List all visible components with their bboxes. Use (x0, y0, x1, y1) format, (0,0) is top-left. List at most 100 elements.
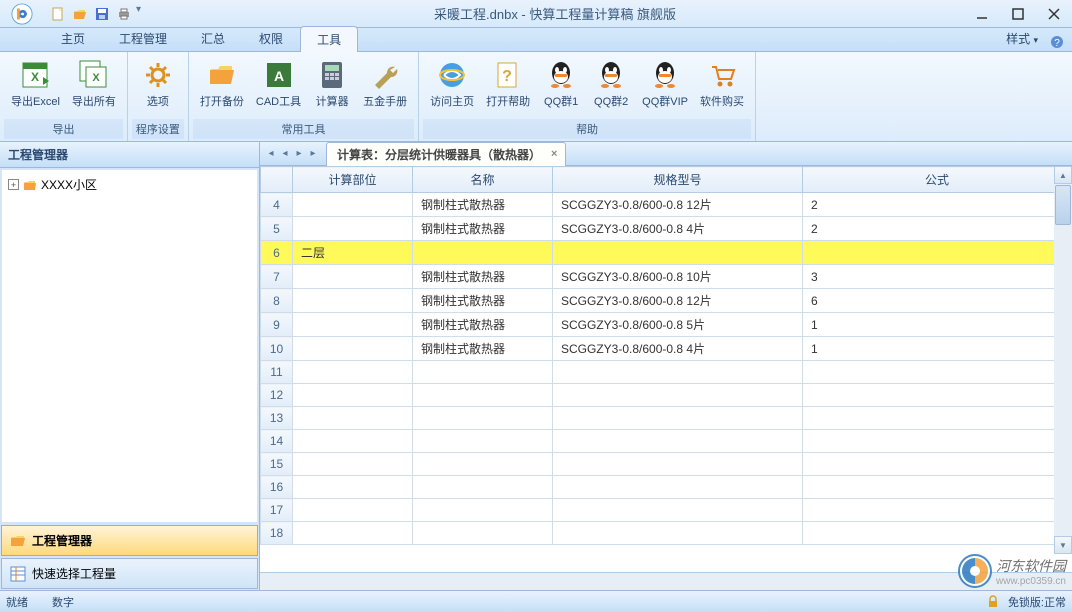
cell[interactable] (553, 241, 803, 265)
cell[interactable] (413, 476, 553, 499)
vertical-scrollbar[interactable]: ▲ ▼ (1054, 166, 1072, 554)
tab-tools[interactable]: 工具 (300, 26, 358, 52)
maximize-button[interactable] (1000, 3, 1036, 25)
cell[interactable] (413, 384, 553, 407)
table-row[interactable]: 7钢制柱式散热器SCGGZY3-0.8/600-0.8 10片3 (261, 265, 1072, 289)
cell[interactable]: SCGGZY3-0.8/600-0.8 12片 (553, 193, 803, 217)
row-number[interactable]: 17 (261, 499, 293, 522)
tab-nav-next-icon[interactable]: ▸ (292, 147, 306, 161)
cell[interactable]: 1 (803, 313, 1072, 337)
tab-home[interactable]: 主页 (44, 25, 102, 51)
close-button[interactable] (1036, 3, 1072, 25)
scroll-down-icon[interactable]: ▼ (1054, 536, 1072, 554)
data-grid[interactable]: 计算部位 名称 规格型号 公式 4钢制柱式散热器SCGGZY3-0.8/600-… (260, 166, 1072, 572)
minimize-button[interactable] (964, 3, 1000, 25)
cell[interactable] (413, 241, 553, 265)
cell[interactable]: 钢制柱式散热器 (413, 217, 553, 241)
row-number[interactable]: 5 (261, 217, 293, 241)
cell[interactable] (803, 384, 1072, 407)
tree-expand-icon[interactable]: + (8, 179, 19, 190)
row-number[interactable]: 6 (261, 241, 293, 265)
row-number[interactable]: 12 (261, 384, 293, 407)
cell[interactable]: 2 (803, 217, 1072, 241)
cell[interactable] (553, 522, 803, 545)
table-row[interactable]: 9钢制柱式散热器SCGGZY3-0.8/600-0.8 5片1 (261, 313, 1072, 337)
cell[interactable] (803, 430, 1072, 453)
row-number[interactable]: 16 (261, 476, 293, 499)
table-row[interactable]: 4 钢制柱式散热器SCGGZY3-0.8/600-0.8 12片2 (261, 193, 1072, 217)
table-row[interactable]: 5 钢制柱式散热器SCGGZY3-0.8/600-0.8 4片2 (261, 217, 1072, 241)
export-excel-button[interactable]: X 导出Excel (6, 56, 65, 112)
cell[interactable]: SCGGZY3-0.8/600-0.8 10片 (553, 265, 803, 289)
cell[interactable] (553, 453, 803, 476)
qq-group2-button[interactable]: QQ群2 (587, 56, 635, 112)
cell[interactable] (553, 384, 803, 407)
cell[interactable]: 钢制柱式散热器 (413, 193, 553, 217)
tab-permission[interactable]: 权限 (242, 25, 300, 51)
cell[interactable] (293, 384, 413, 407)
cell[interactable] (413, 430, 553, 453)
cell[interactable] (293, 407, 413, 430)
col-header-3[interactable]: 公式 (803, 167, 1072, 193)
table-row[interactable]: 17 (261, 499, 1072, 522)
open-backup-button[interactable]: 打开备份 (195, 56, 249, 112)
scroll-up-icon[interactable]: ▲ (1054, 166, 1072, 184)
tab-project[interactable]: 工程管理 (102, 25, 184, 51)
row-number[interactable]: 9 (261, 313, 293, 337)
cell[interactable] (293, 476, 413, 499)
cell[interactable] (413, 499, 553, 522)
cell[interactable] (803, 361, 1072, 384)
table-row[interactable]: 13 (261, 407, 1072, 430)
cell[interactable]: 钢制柱式散热器 (413, 313, 553, 337)
buy-software-button[interactable]: 软件购买 (695, 56, 749, 112)
cell[interactable] (293, 453, 413, 476)
row-number[interactable]: 13 (261, 407, 293, 430)
document-tab[interactable]: 计算表：分层统计供暖器具（散热器） × (326, 142, 566, 166)
cad-tool-button[interactable]: A CAD工具 (251, 56, 306, 112)
row-number[interactable]: 8 (261, 289, 293, 313)
project-tree[interactable]: + XXXX小区 (2, 170, 257, 522)
tab-nav-prev-icon[interactable]: ◂ (278, 147, 292, 161)
help-icon[interactable]: ? (1048, 33, 1066, 51)
tree-root-item[interactable]: + XXXX小区 (6, 174, 253, 195)
table-row[interactable]: 14 (261, 430, 1072, 453)
cell[interactable]: 6 (803, 289, 1072, 313)
cell[interactable] (803, 407, 1072, 430)
cell[interactable] (553, 499, 803, 522)
row-number[interactable]: 4 (261, 193, 293, 217)
row-number[interactable]: 15 (261, 453, 293, 476)
qat-dropdown-icon[interactable]: ▾ (136, 4, 146, 24)
cell[interactable]: SCGGZY3-0.8/600-0.8 4片 (553, 217, 803, 241)
cell[interactable] (293, 265, 413, 289)
row-number[interactable]: 10 (261, 337, 293, 361)
cell[interactable] (293, 337, 413, 361)
tab-close-icon[interactable]: × (551, 148, 557, 160)
cell[interactable]: SCGGZY3-0.8/600-0.8 12片 (553, 289, 803, 313)
cell[interactable] (553, 361, 803, 384)
cell[interactable] (293, 313, 413, 337)
cell[interactable]: 二层 (293, 241, 413, 265)
cell[interactable] (803, 476, 1072, 499)
table-row[interactable]: 15 (261, 453, 1072, 476)
cell[interactable] (413, 407, 553, 430)
qat-new-icon[interactable] (48, 4, 68, 24)
row-number[interactable]: 11 (261, 361, 293, 384)
cell[interactable] (803, 499, 1072, 522)
qq-vip-button[interactable]: QQ群VIP (637, 56, 693, 112)
col-header-0[interactable]: 计算部位 (293, 167, 413, 193)
tab-nav-first-icon[interactable]: ◂ (264, 147, 278, 161)
cell[interactable] (293, 499, 413, 522)
table-row[interactable]: 6二层 (261, 241, 1072, 265)
table-row[interactable]: 11 (261, 361, 1072, 384)
cell[interactable] (293, 522, 413, 545)
cell[interactable] (413, 522, 553, 545)
cell[interactable] (803, 453, 1072, 476)
cell[interactable] (553, 407, 803, 430)
cell[interactable]: 2 (803, 193, 1072, 217)
qat-print-icon[interactable] (114, 4, 134, 24)
cell[interactable] (293, 430, 413, 453)
cell[interactable]: 1 (803, 337, 1072, 361)
cell[interactable] (553, 430, 803, 453)
cell[interactable] (293, 361, 413, 384)
cell[interactable]: SCGGZY3-0.8/600-0.8 4片 (553, 337, 803, 361)
